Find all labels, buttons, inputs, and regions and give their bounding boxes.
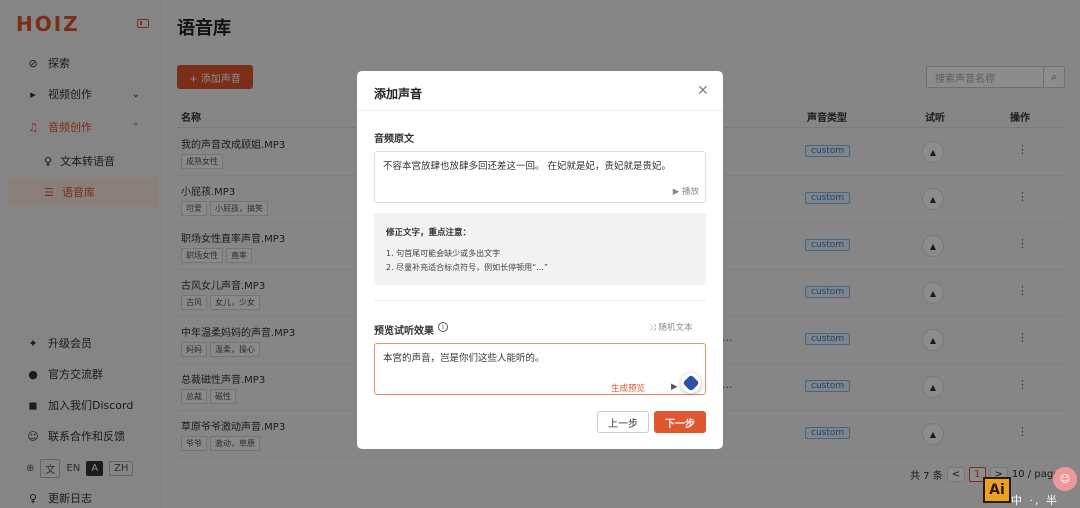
add-voice-modal: 添加声音 ✕ 音频原文 不容本宫放肆也放肆多回还差这一回。 在妃就是妃，贵妃就是… — [357, 71, 723, 449]
ai-badge-icon[interactable]: Ai — [983, 477, 1011, 503]
preview-text-input[interactable]: 本宫的声音，岂是你们这些人能听的。 生成预览 ▶ — [374, 343, 706, 395]
tip-item: 1. 句首尾可能会缺少或多出文字 — [386, 249, 501, 258]
random-text-button[interactable]: ⤨ 随机文本 — [649, 321, 693, 333]
next-step-button[interactable]: 下一步 — [654, 411, 706, 433]
assistant-bubble-icon[interactable]: ☺ — [1053, 467, 1077, 491]
modal-divider — [357, 110, 723, 111]
original-text-label: 音频原文 — [374, 134, 414, 145]
modal-title: 添加声音 — [374, 87, 423, 101]
play-button[interactable]: ▶ 播放 — [673, 185, 699, 197]
prev-step-button[interactable]: 上一步 — [597, 411, 649, 433]
info-icon[interactable]: i — [438, 322, 448, 332]
generate-preview-button[interactable]: 生成预览 — [611, 382, 645, 394]
tips-panel: 修正文字，重点注意： 1. 句首尾可能会缺少或多出文字 2. 尽量补充适合标点符… — [374, 213, 706, 285]
original-text-input[interactable]: 不容本宫放肆也放肆多回还差这一回。 在妃就是妃，贵妃就是贵妃。 ▶ 播放 — [374, 151, 706, 203]
ime-status-bar[interactable]: 中 ·, 半 — [1011, 492, 1059, 508]
preview-label: 预览试听效果 — [374, 326, 434, 337]
section-divider — [374, 300, 706, 301]
play-icon[interactable]: ▶ — [671, 382, 678, 392]
tips-title: 修正文字，重点注意： — [386, 228, 472, 238]
ai-assistant-icon[interactable] — [681, 373, 701, 393]
close-icon[interactable]: ✕ — [697, 83, 709, 99]
preview-text-value: 本宫的声音，岂是你们这些人能听的。 — [383, 353, 545, 364]
tip-item: 2. 尽量补充适合标点符号，例如长停顿用“...” — [386, 263, 549, 272]
original-text-value: 不容本宫放肆也放肆多回还差这一回。 在妃就是妃，贵妃就是贵妃。 — [383, 161, 672, 172]
